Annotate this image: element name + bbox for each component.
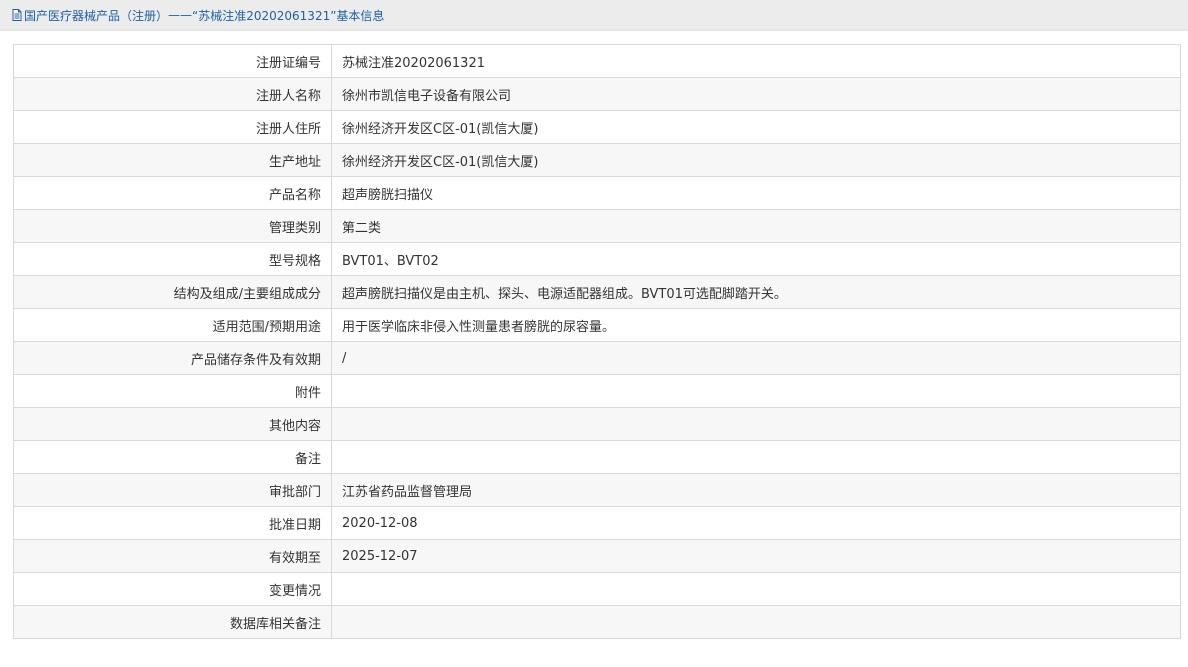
field-label: 型号规格: [13, 242, 332, 276]
table-row: 适用范围/预期用途 用于医学临床非侵入性测量患者膀胱的尿容量。: [13, 308, 1181, 342]
table-row: 其他内容: [13, 407, 1181, 441]
field-value: 用于医学临床非侵入性测量患者膀胱的尿容量。: [331, 308, 1181, 342]
document-icon: [11, 9, 23, 21]
table-row: 注册人名称 徐州市凯信电子设备有限公司: [13, 77, 1181, 111]
field-value: 第二类: [331, 209, 1181, 243]
field-label: 注册人住所: [13, 110, 332, 144]
field-value: 徐州市凯信电子设备有限公司: [331, 77, 1181, 111]
field-value: [331, 440, 1181, 474]
table-row: 产品名称 超声膀胱扫描仪: [13, 176, 1181, 210]
field-value: [331, 407, 1181, 441]
field-value: BVT01、BVT02: [331, 242, 1181, 276]
field-label: 数据库相关备注: [13, 605, 332, 639]
field-label: 备注: [13, 440, 332, 474]
table-row: 附件: [13, 374, 1181, 408]
field-value: 2025-12-07: [331, 539, 1181, 573]
breadcrumb-bar: 国产医疗器械产品（注册） —— “苏械注准20202061321”基本信息: [0, 0, 1188, 31]
field-value: [331, 572, 1181, 606]
field-label: 注册人名称: [13, 77, 332, 111]
field-value: 超声膀胱扫描仪: [331, 176, 1181, 210]
field-label: 产品名称: [13, 176, 332, 210]
breadcrumb-separator: ——: [168, 8, 193, 22]
field-label: 生产地址: [13, 143, 332, 177]
field-label: 审批部门: [13, 473, 332, 507]
field-label: 结构及组成/主要组成成分: [13, 275, 332, 309]
field-label: 有效期至: [13, 539, 332, 573]
table-row: 有效期至 2025-12-07: [13, 539, 1181, 573]
breadcrumb-current: “苏械注准20202061321”基本信息: [192, 8, 385, 23]
field-value: 2020-12-08: [331, 506, 1181, 540]
table-row: 审批部门 江苏省药品监督管理局: [13, 473, 1181, 507]
field-value: 徐州经济开发区C区-01(凯信大厦): [331, 143, 1181, 177]
table-row: 管理类别 第二类: [13, 209, 1181, 243]
field-label: 注册证编号: [13, 44, 332, 78]
breadcrumb-parent-link[interactable]: 国产医疗器械产品（注册）: [24, 7, 168, 24]
breadcrumb: 国产医疗器械产品（注册） —— “苏械注准20202061321”基本信息: [11, 7, 384, 24]
table-row: 注册证编号 苏械注准20202061321: [13, 44, 1181, 78]
field-label: 管理类别: [13, 209, 332, 243]
field-value: /: [331, 341, 1181, 375]
table-row: 变更情况: [13, 572, 1181, 606]
field-label: 其他内容: [13, 407, 332, 441]
table-row: 生产地址 徐州经济开发区C区-01(凯信大厦): [13, 143, 1181, 177]
table-row: 批准日期 2020-12-08: [13, 506, 1181, 540]
field-value: 徐州经济开发区C区-01(凯信大厦): [331, 110, 1181, 144]
table-row: 产品储存条件及有效期 /: [13, 341, 1181, 375]
table-row: 结构及组成/主要组成成分 超声膀胱扫描仪是由主机、探头、电源适配器组成。BVT0…: [13, 275, 1181, 309]
field-value: [331, 374, 1181, 408]
field-value: [331, 605, 1181, 639]
field-label: 适用范围/预期用途: [13, 308, 332, 342]
field-label: 批准日期: [13, 506, 332, 540]
field-label: 产品储存条件及有效期: [13, 341, 332, 375]
table-row: 备注: [13, 440, 1181, 474]
registration-info-table: 注册证编号 苏械注准20202061321 注册人名称 徐州市凯信电子设备有限公…: [13, 44, 1181, 639]
field-label: 变更情况: [13, 572, 332, 606]
field-value: 超声膀胱扫描仪是由主机、探头、电源适配器组成。BVT01可选配脚踏开关。: [331, 275, 1181, 309]
table-row: 数据库相关备注: [13, 605, 1181, 639]
field-value: 江苏省药品监督管理局: [331, 473, 1181, 507]
table-row: 型号规格 BVT01、BVT02: [13, 242, 1181, 276]
field-value: 苏械注准20202061321: [331, 44, 1181, 78]
table-row: 注册人住所 徐州经济开发区C区-01(凯信大厦): [13, 110, 1181, 144]
field-label: 附件: [13, 374, 332, 408]
